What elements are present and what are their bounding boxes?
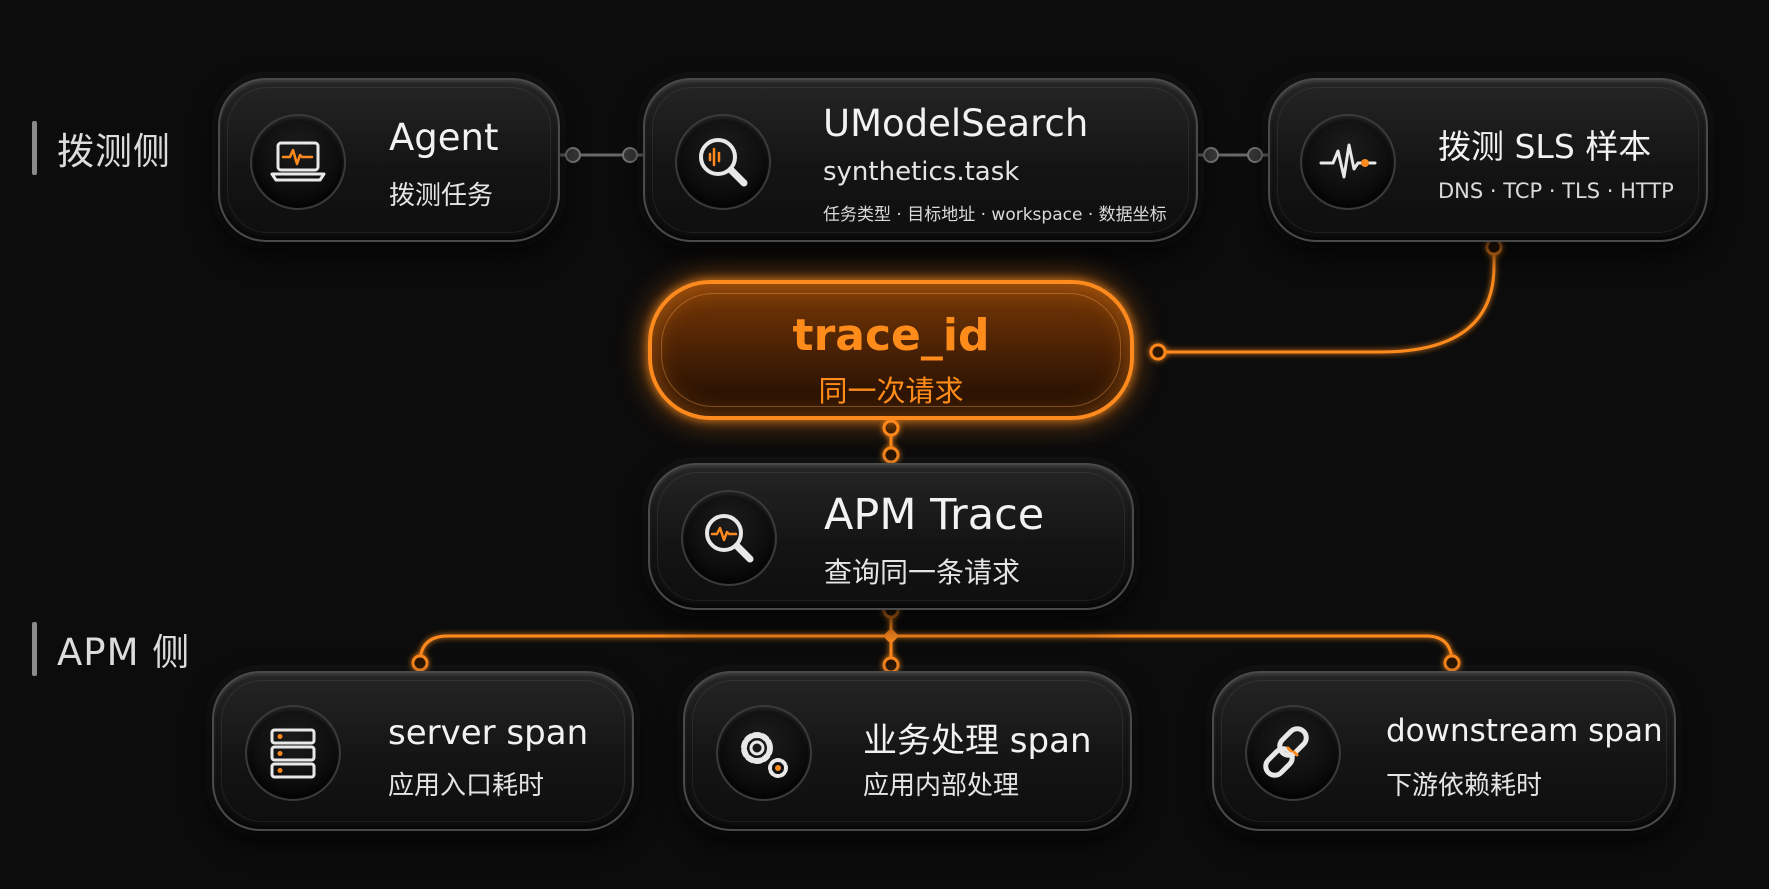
connector-sls-to-trace: [1158, 247, 1496, 354]
apm-trace-node[interactable]: APM Trace 查询同一条请求: [648, 463, 1134, 610]
node-dot: [882, 656, 900, 674]
node-dot: [1149, 343, 1167, 361]
sls-sample-node[interactable]: 拨测 SLS 样本 DNS · TCP · TLS · HTTP: [1268, 78, 1708, 242]
node-subtitle: 查询同一条请求: [824, 556, 1021, 589]
waveform-icon: [1300, 114, 1396, 210]
business-span-node[interactable]: 业务处理 span 应用内部处理: [683, 671, 1132, 831]
gray-connector-agent-umodel: [560, 147, 643, 163]
section-label-text: APM 侧: [57, 631, 191, 674]
connector-apm-to-spans: [418, 610, 1454, 665]
umodelsearch-node[interactable]: UModelSearch synthetics.task 任务类型 · 目标地址…: [643, 78, 1198, 242]
diagram-canvas: 拨测侧 APM 侧 Agent 拨测任务 UModelSearch synthe…: [0, 0, 1769, 889]
node-dot: [1443, 654, 1461, 672]
laptop-pulse-icon: [250, 114, 346, 210]
node-dot: [1485, 238, 1503, 256]
trace-id-node[interactable]: trace_id 同一次请求: [648, 280, 1134, 420]
chain-link-icon: [1245, 705, 1341, 801]
node-subtitle: 应用入口耗时: [388, 771, 545, 801]
node-title: 拨测 SLS 样本: [1438, 127, 1652, 166]
section-label-text: 拨测侧: [57, 130, 171, 173]
section-marker: [32, 622, 37, 676]
node-dot: [411, 654, 429, 672]
node-subtitle: 下游依赖耗时: [1386, 771, 1543, 801]
node-title: server span: [388, 713, 589, 753]
node-subtitle: 拨测任务: [389, 181, 494, 211]
downstream-span-node[interactable]: downstream span 下游依赖耗时: [1212, 671, 1676, 831]
node-subtitle: 应用内部处理: [863, 771, 1020, 801]
node-dot: [882, 446, 900, 464]
node-dot: [882, 419, 900, 437]
node-subtitle: synthetics.task: [823, 157, 1020, 187]
node-subtitle: DNS · TCP · TLS · HTTP: [1438, 179, 1674, 203]
magnifier-pulse-icon: [681, 490, 777, 586]
gears-icon: [716, 705, 812, 801]
node-title: UModelSearch: [823, 102, 1089, 145]
junction-diamond: [883, 628, 899, 644]
section-label-synthetic: 拨测侧: [32, 121, 171, 175]
node-detail: 任务类型 · 目标地址 · workspace · 数据坐标: [823, 205, 1167, 225]
gray-connector-umodel-sls: [1198, 147, 1268, 163]
node-title: Agent: [389, 116, 499, 159]
server-icon: [245, 705, 341, 801]
server-span-node[interactable]: server span 应用入口耗时: [212, 671, 634, 831]
node-title: downstream span: [1386, 713, 1663, 749]
agent-node[interactable]: Agent 拨测任务: [218, 78, 560, 242]
node-title: APM Trace: [824, 490, 1045, 540]
magnifier-icon: [675, 114, 771, 210]
trace-subtitle: 同一次请求: [818, 374, 964, 408]
node-title: 业务处理 span: [863, 721, 1092, 761]
trace-title: trace_id: [792, 310, 990, 361]
section-marker: [32, 121, 37, 175]
section-label-apm: APM 侧: [32, 622, 190, 676]
